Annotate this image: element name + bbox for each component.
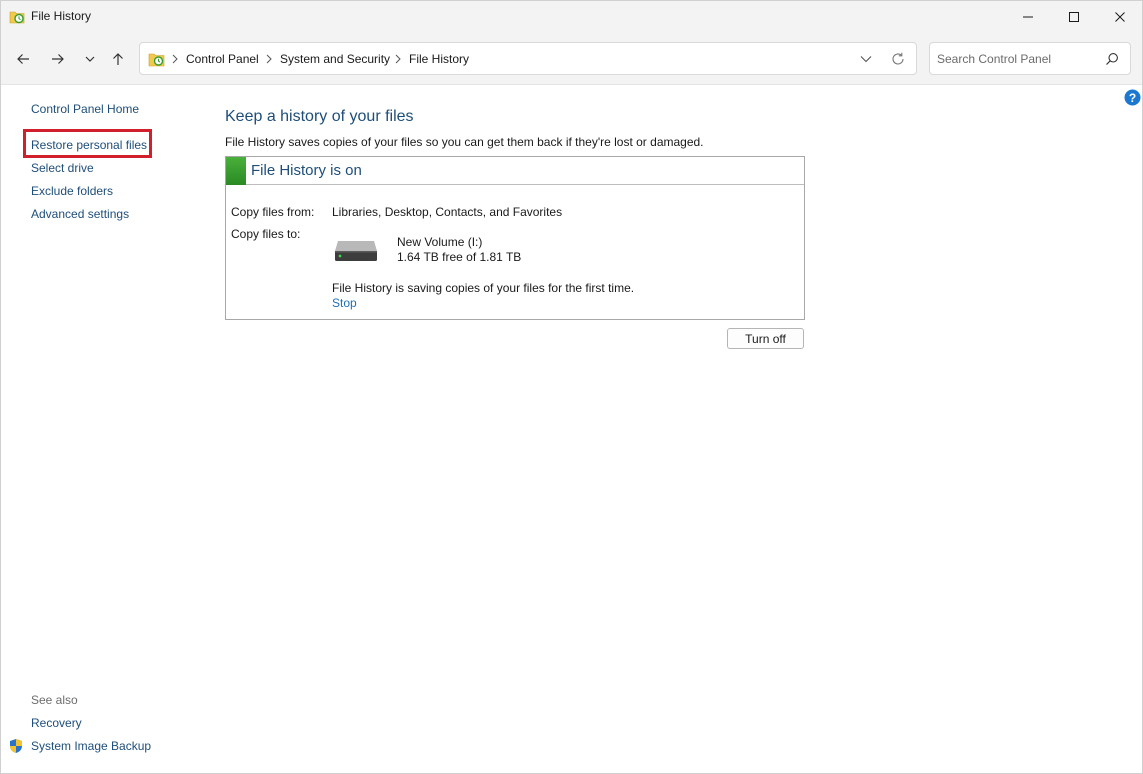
svg-text:?: ?	[1129, 91, 1136, 105]
back-button[interactable]	[12, 48, 34, 70]
status-title: File History is on	[251, 162, 362, 179]
help-icon[interactable]: ?	[1124, 89, 1141, 106]
turn-off-button[interactable]: Turn off	[727, 328, 804, 349]
page-title: Keep a history of your files	[225, 108, 414, 126]
maximize-button[interactable]	[1051, 1, 1097, 32]
chevron-down-icon	[83, 52, 97, 66]
see-also-link-recovery[interactable]: Recovery	[31, 716, 82, 730]
arrow-left-icon	[16, 52, 30, 66]
up-button[interactable]	[107, 48, 129, 70]
uac-shield-icon	[8, 738, 24, 754]
arrow-up-icon	[111, 52, 125, 66]
close-icon	[1114, 11, 1126, 23]
drive-free-space: 1.64 TB free of 1.81 TB	[397, 250, 521, 264]
sidebar-link-advanced-settings[interactable]: Advanced settings	[31, 207, 129, 221]
breadcrumb-control-panel[interactable]: Control Panel	[186, 52, 259, 66]
arrow-right-icon	[51, 52, 65, 66]
file-history-status-panel: File History is on Copy files from: Libr…	[225, 156, 805, 320]
drive-name: New Volume (I:)	[397, 235, 482, 249]
stop-link[interactable]: Stop	[332, 296, 357, 310]
search-input[interactable]	[937, 51, 1097, 67]
address-bar[interactable]: Control Panel System and Security File H…	[139, 42, 917, 75]
navigation-bar: Control Panel System and Security File H…	[1, 32, 1142, 85]
status-header: File History is on	[226, 157, 804, 185]
control-panel-icon	[148, 51, 165, 67]
recent-locations-button[interactable]	[79, 48, 101, 70]
search-box[interactable]	[929, 42, 1131, 75]
sidebar-link-select-drive[interactable]: Select drive	[31, 161, 94, 175]
forward-button[interactable]	[47, 48, 69, 70]
breadcrumb-separator-icon[interactable]	[394, 53, 404, 65]
sidebar-link-exclude-folders[interactable]: Exclude folders	[31, 184, 113, 198]
breadcrumb-separator-icon[interactable]	[265, 53, 275, 65]
maximize-icon	[1068, 11, 1080, 23]
refresh-icon[interactable]	[890, 51, 906, 67]
breadcrumb-file-history[interactable]: File History	[409, 52, 469, 66]
copy-from-label: Copy files from:	[231, 205, 314, 219]
sidebar-link-restore-personal-files[interactable]: Restore personal files	[31, 138, 147, 152]
window-title: File History	[31, 9, 91, 23]
minimize-button[interactable]	[1005, 1, 1051, 32]
file-history-app-icon	[9, 9, 25, 24]
hard-drive-icon	[334, 239, 378, 263]
progress-message: File History is saving copies of your fi…	[332, 281, 634, 295]
address-dropdown-icon[interactable]	[858, 52, 874, 66]
breadcrumb-system-and-security[interactable]: System and Security	[280, 52, 390, 66]
minimize-icon	[1022, 11, 1034, 23]
search-icon[interactable]	[1105, 52, 1119, 66]
breadcrumb-separator-icon	[171, 53, 181, 65]
close-button[interactable]	[1097, 1, 1143, 32]
title-bar: File History	[1, 1, 1142, 32]
status-indicator-bar	[226, 157, 246, 185]
copy-to-label: Copy files to:	[231, 227, 300, 241]
see-also-link-system-image-backup[interactable]: System Image Backup	[31, 739, 151, 753]
copy-from-value: Libraries, Desktop, Contacts, and Favori…	[332, 205, 562, 219]
see-also-heading: See also	[31, 693, 78, 707]
content-area: Control Panel Home Restore personal file…	[1, 86, 1142, 774]
page-description: File History saves copies of your files …	[225, 135, 704, 149]
sidebar-link-control-panel-home[interactable]: Control Panel Home	[31, 102, 139, 116]
file-history-window: File History	[0, 0, 1143, 774]
